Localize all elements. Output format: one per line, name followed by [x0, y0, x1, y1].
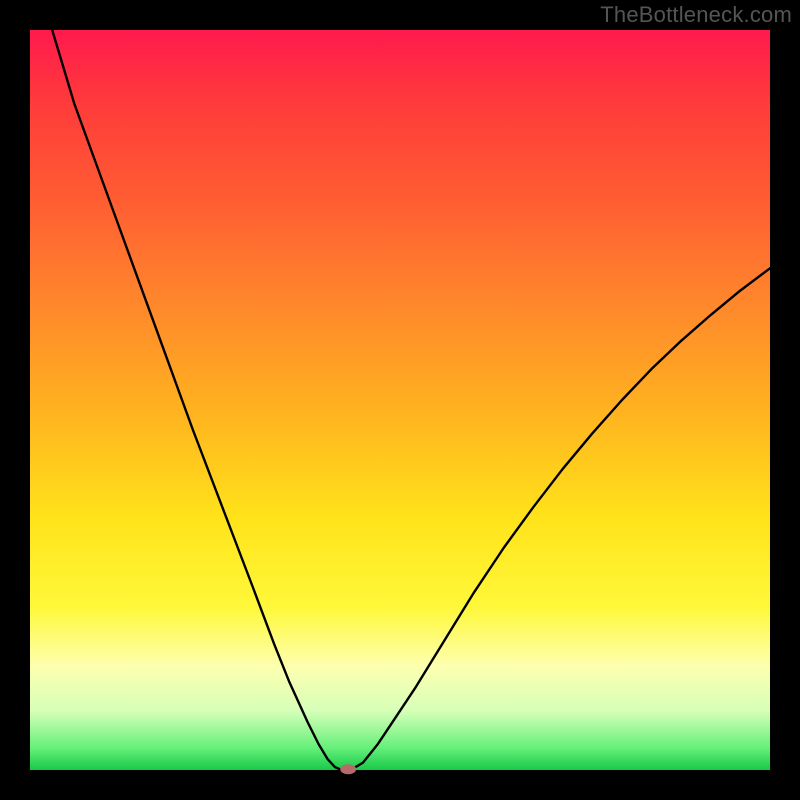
chart-svg — [30, 30, 770, 770]
left-branch-line — [52, 30, 341, 770]
current-point-marker — [340, 764, 356, 774]
right-branch-line — [352, 268, 770, 769]
plot-area — [30, 30, 770, 770]
chart-frame: TheBottleneck.com — [0, 0, 800, 800]
watermark-text: TheBottleneck.com — [600, 2, 792, 28]
